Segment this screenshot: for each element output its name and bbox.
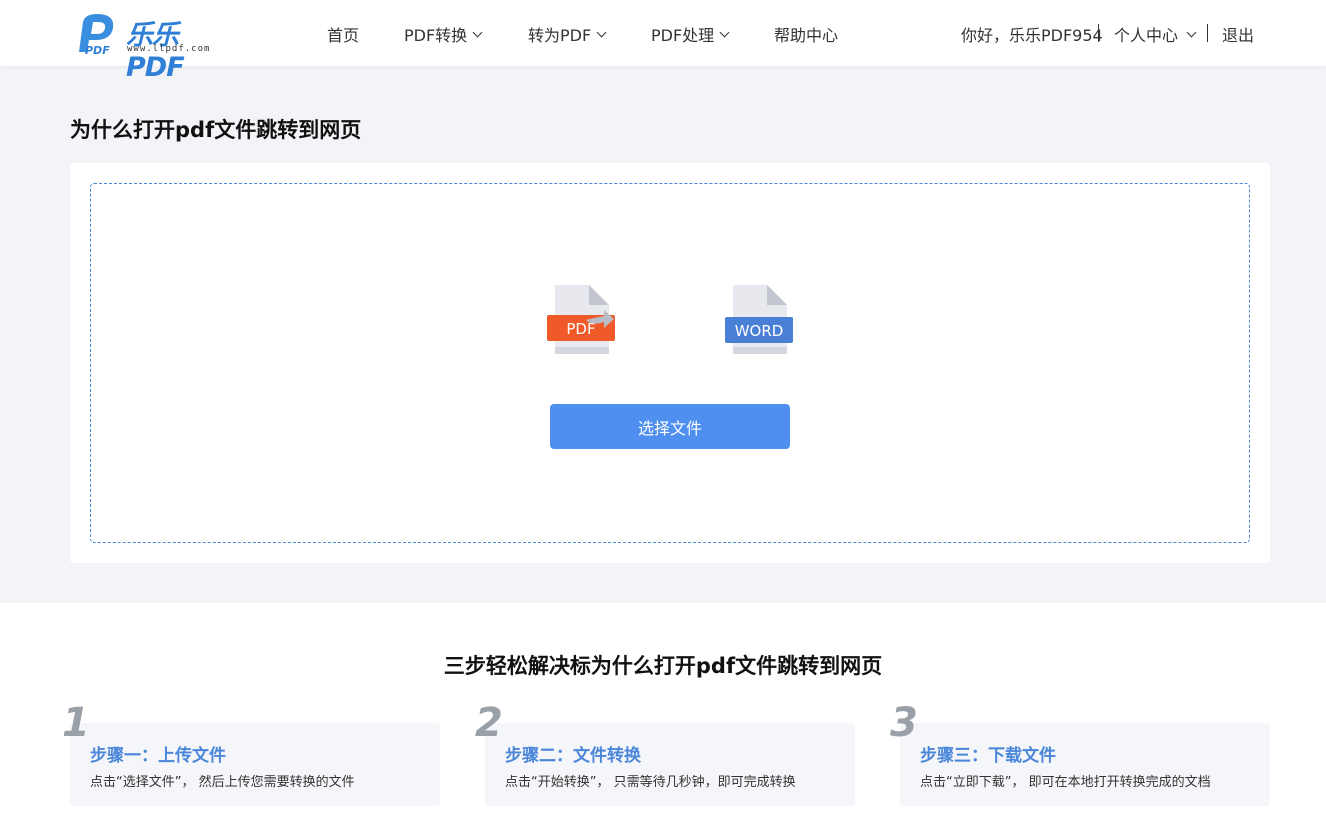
divider [1098, 24, 1099, 42]
nav-to-pdf-label: 转为PDF [528, 26, 592, 45]
step-card-1: 步骤一：上传文件 点击“选择文件”， 然后上传您需要转换的文件 [70, 723, 440, 806]
upload-card [70, 163, 1270, 563]
top-header: PDF 乐乐PDF www.llpdf.com 首页 PDF转换 转为PDF P… [0, 0, 1326, 83]
site-logo[interactable]: PDF 乐乐PDF www.llpdf.com [69, 12, 229, 83]
nav-help-center[interactable]: 帮助中心 [774, 22, 838, 46]
arrow-right-icon [586, 310, 614, 328]
steps-title: 三步轻松解决标为什么打开pdf文件跳转到网页 [443, 654, 883, 678]
step-desc: 点击“开始转换”， 只需等待几秒钟，即可完成转换 [505, 775, 796, 790]
step-desc: 点击“选择文件”， 然后上传您需要转换的文件 [90, 775, 355, 790]
logout-link[interactable]: 退出 [1222, 22, 1254, 46]
step-desc: 点击“立即下载”， 即可在本地打开转换完成的文档 [920, 775, 1211, 790]
chevron-down-icon [472, 27, 483, 37]
step-title: 步骤二：文件转换 [505, 746, 641, 766]
chevron-down-icon [596, 27, 607, 37]
target-format-label: WORD [735, 322, 784, 340]
nav-home-label: 首页 [327, 26, 360, 45]
nav-pdf-convert-label: PDF转换 [404, 26, 468, 45]
nav-pdf-process-label: PDF处理 [651, 26, 715, 45]
svg-text:PDF: PDF [85, 44, 110, 56]
nav-home[interactable]: 首页 [327, 22, 359, 46]
step-card-2: 步骤二：文件转换 点击“开始转换”， 只需等待几秒钟，即可完成转换 [485, 723, 855, 806]
step-title: 步骤一：上传文件 [90, 746, 226, 766]
step-number: 3 [890, 700, 918, 746]
logo-mark-icon: PDF [79, 14, 114, 56]
user-center-menu[interactable]: 个人中心 [1114, 22, 1197, 46]
select-file-button[interactable]: 选择文件 [550, 404, 790, 449]
user-greeting: 你好，乐乐PDF954 [961, 26, 1103, 45]
logo-url: www.llpdf.com [127, 44, 211, 54]
word-file-icon: WORD [725, 285, 793, 354]
step-number: 1 [62, 700, 90, 746]
chevron-down-icon [1186, 27, 1197, 37]
step-number: 2 [475, 700, 503, 746]
divider [1207, 24, 1208, 42]
step-title: 步骤三：下载文件 [920, 746, 1056, 766]
nav-help-center-label: 帮助中心 [774, 26, 839, 45]
file-dropzone[interactable] [90, 183, 1250, 543]
nav-to-pdf[interactable]: 转为PDF [528, 22, 607, 46]
step-card-3: 步骤三：下载文件 点击“立即下载”， 即可在本地打开转换完成的文档 [900, 723, 1270, 806]
user-center-label: 个人中心 [1114, 26, 1179, 45]
nav-pdf-process[interactable]: PDF处理 [651, 22, 730, 46]
page-title: 为什么打开pdf文件跳转到网页 [70, 118, 362, 142]
nav-pdf-convert[interactable]: PDF转换 [404, 22, 483, 46]
chevron-down-icon [719, 27, 730, 37]
